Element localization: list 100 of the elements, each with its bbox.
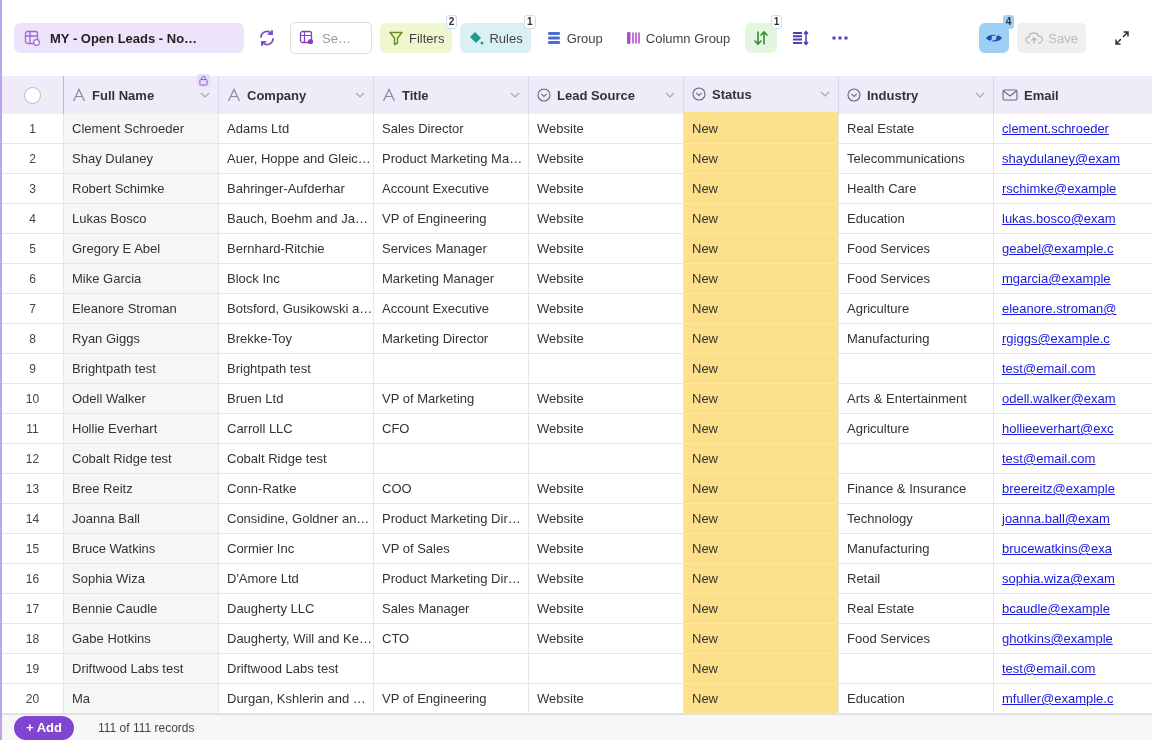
table-cell: Telecommunications bbox=[847, 151, 965, 166]
email-link[interactable]: geabel@example.c bbox=[1002, 241, 1114, 256]
table-cell: Education bbox=[847, 691, 905, 706]
table-cell: New bbox=[692, 391, 718, 406]
count-badge: 2 bbox=[445, 15, 458, 29]
email-link[interactable]: joanna.ball@exam bbox=[1002, 511, 1110, 526]
email-link[interactable]: breereitz@example bbox=[1002, 481, 1115, 496]
table-cell: Conn-Ratke bbox=[227, 481, 297, 496]
email-link[interactable]: brucewatkins@exa bbox=[1002, 541, 1113, 556]
add-button[interactable]: + Add bbox=[14, 715, 74, 740]
search-field[interactable]: Se… bbox=[290, 22, 372, 54]
table-cell: Lukas Bosco bbox=[72, 211, 147, 226]
table-cell: Sophia Wiza bbox=[72, 571, 145, 586]
email-link[interactable]: sophia.wiza@exam bbox=[1002, 571, 1115, 586]
group-button[interactable]: Group bbox=[538, 23, 610, 53]
table-cell: Driftwood Labs test bbox=[227, 661, 339, 676]
email-link[interactable]: mfuller@example.c bbox=[1002, 691, 1114, 706]
email-link[interactable]: test@email.com bbox=[1002, 361, 1096, 376]
table-cell: VP of Marketing bbox=[382, 391, 475, 406]
table-cell: Food Services bbox=[847, 241, 931, 256]
email-link[interactable]: mgarcia@example bbox=[1002, 271, 1111, 286]
table-cell: Website bbox=[537, 211, 584, 226]
column-header[interactable]: Industry bbox=[839, 76, 994, 114]
table-cell: Bahringer-Aufderhar bbox=[227, 181, 345, 196]
caret-icon[interactable] bbox=[820, 91, 830, 97]
sort-button[interactable] bbox=[745, 23, 778, 53]
column-header[interactable]: Email bbox=[994, 76, 1152, 114]
table-cell: Arts & Entertainment bbox=[847, 391, 967, 406]
caret-icon[interactable] bbox=[510, 92, 520, 98]
email-link[interactable]: shaydulaney@exam bbox=[1002, 151, 1120, 166]
table-cell: Driftwood Labs test bbox=[72, 661, 184, 676]
table-cell: Website bbox=[537, 601, 584, 616]
email-link[interactable]: lukas.bosco@exam bbox=[1002, 211, 1116, 226]
table-cell: Real Estate bbox=[847, 121, 915, 136]
table-cell: Robert Schimke bbox=[72, 181, 165, 196]
column-group-button[interactable]: Column Group bbox=[617, 23, 738, 53]
select-all-checkbox[interactable] bbox=[24, 86, 41, 104]
table-cell: Account Executive bbox=[382, 301, 489, 316]
caret-icon[interactable] bbox=[200, 92, 210, 98]
column-header[interactable]: Lead Source bbox=[529, 76, 684, 114]
table-cell: Sales Manager bbox=[382, 601, 470, 616]
table-cell: Website bbox=[537, 181, 584, 196]
stack-icon bbox=[545, 30, 562, 46]
table-cell: Auer, Hoppe and Gleic… bbox=[227, 151, 371, 166]
email-link[interactable]: test@email.com bbox=[1002, 451, 1096, 466]
table-cell: Real Estate bbox=[847, 601, 915, 616]
column-header[interactable]: Title bbox=[374, 76, 529, 114]
caret-icon[interactable] bbox=[355, 92, 365, 98]
table-cell: Website bbox=[537, 571, 584, 586]
dropdown-type-icon bbox=[847, 88, 861, 102]
hidden-fields-button[interactable] bbox=[979, 23, 1010, 53]
table-cell: New bbox=[692, 241, 718, 256]
table-cell: Daugherty, Will and Ke… bbox=[227, 631, 372, 646]
dropdown-type-icon bbox=[692, 87, 706, 101]
table-cell: Brightpath test bbox=[72, 361, 156, 376]
email-link[interactable]: odell.walker@exam bbox=[1002, 391, 1116, 406]
table-cell: New bbox=[692, 361, 718, 376]
email-link[interactable]: ghotkins@example bbox=[1002, 631, 1113, 646]
caret-icon[interactable] bbox=[665, 92, 675, 98]
email-link[interactable]: test@email.com bbox=[1002, 661, 1096, 676]
table-cell: Website bbox=[537, 331, 584, 346]
email-link[interactable]: eleanore.stroman@ bbox=[1002, 301, 1117, 316]
text-type-icon bbox=[72, 88, 86, 102]
table-icon bbox=[24, 30, 40, 46]
table-cell: Bruen Ltd bbox=[227, 391, 284, 406]
column-title: Title bbox=[402, 87, 430, 103]
table-cell: New bbox=[692, 451, 718, 466]
table-cell: New bbox=[692, 691, 718, 706]
table-cell: Cobalt Ridge test bbox=[72, 451, 172, 466]
email-link[interactable]: rschimke@example bbox=[1002, 181, 1117, 196]
email-link[interactable]: rgiggs@example.c bbox=[1002, 331, 1110, 346]
table-cell: Website bbox=[537, 271, 584, 286]
table-cell: D'Amore Ltd bbox=[227, 571, 299, 586]
email-link[interactable]: bcaudle@example bbox=[1002, 601, 1110, 616]
table-cell: Product Marketing Dir… bbox=[382, 511, 521, 526]
paint-bucket-icon bbox=[468, 30, 485, 46]
table-cell: Manufacturing bbox=[847, 331, 930, 346]
email-link[interactable]: hollieeverhart@exc bbox=[1002, 421, 1114, 436]
column-title: Industry bbox=[867, 87, 920, 103]
row-height-icon bbox=[792, 30, 811, 46]
email-link[interactable]: clement.schroeder bbox=[1002, 121, 1109, 136]
table-cell: Sales Director bbox=[382, 121, 464, 136]
table-cell: Services Manager bbox=[382, 241, 487, 256]
caret-icon[interactable] bbox=[975, 92, 985, 98]
column-header[interactable]: Company bbox=[219, 76, 374, 114]
column-title: Email bbox=[1024, 87, 1060, 103]
text-type-icon bbox=[227, 88, 241, 102]
expand-icon[interactable] bbox=[1114, 30, 1130, 46]
table-cell: New bbox=[692, 481, 718, 496]
table-cell: COO bbox=[382, 481, 412, 496]
view-selector[interactable]: MY - Open Leads - No… bbox=[14, 23, 244, 53]
table-cell: Website bbox=[537, 121, 584, 136]
refresh-icon[interactable] bbox=[258, 29, 276, 47]
table-cell: Mike Garcia bbox=[72, 271, 142, 286]
table-cell: Cormier Inc bbox=[227, 541, 295, 556]
dropdown-type-icon bbox=[537, 88, 551, 102]
table-cell: Ryan Giggs bbox=[72, 331, 140, 346]
table-cell: New bbox=[692, 121, 718, 136]
columns-icon bbox=[624, 30, 641, 46]
table-cell: Gregory E Abel bbox=[72, 241, 161, 256]
